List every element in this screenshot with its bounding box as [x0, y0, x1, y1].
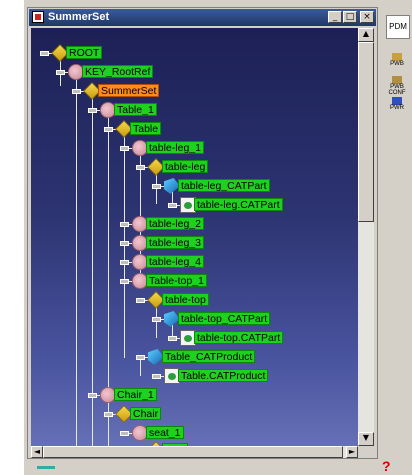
collapse-toggle[interactable]: [88, 108, 97, 113]
pwb-conf-icon-glyph: [392, 76, 402, 84]
close-button[interactable]: ×: [360, 11, 374, 23]
tree-node-label[interactable]: ROOT: [66, 46, 103, 59]
tree-node-label[interactable]: table-leg_4: [146, 255, 204, 268]
tree-node-label[interactable]: table-top_CATPart: [178, 312, 271, 325]
title-bar[interactable]: SummerSet _ □ ×: [29, 9, 376, 26]
scroll-right-button[interactable]: ►: [346, 446, 358, 458]
summerset-window: SummerSet _ □ × ROOT KEY_RootRef SummerSet…: [27, 7, 378, 459]
tree-node-label[interactable]: Table_CATProduct: [162, 350, 256, 363]
tree-node-label[interactable]: table-leg.CATPart: [194, 198, 283, 211]
collapse-toggle[interactable]: [136, 298, 145, 303]
tree-node-label[interactable]: SummerSet: [98, 84, 160, 97]
vertical-scroll-thumb[interactable]: [358, 42, 374, 222]
pwb-conf-icon-label: PWB CONF: [388, 84, 406, 96]
scroll-down-button[interactable]: ▼: [358, 432, 374, 446]
collapse-toggle[interactable]: [168, 336, 177, 341]
tree-connector-vertical: [140, 358, 141, 376]
collapse-toggle[interactable]: [152, 374, 161, 379]
collapse-toggle[interactable]: [152, 184, 161, 189]
tree-node-label[interactable]: table-leg_1: [146, 141, 204, 154]
collapse-toggle[interactable]: [88, 393, 97, 398]
collapse-toggle[interactable]: [136, 165, 145, 170]
tree-node-label[interactable]: Table-top_1: [146, 274, 207, 287]
collapse-toggle[interactable]: [120, 222, 129, 227]
collapse-toggle[interactable]: [120, 260, 129, 265]
tree-node-label[interactable]: Table_1: [114, 103, 157, 116]
collapse-toggle[interactable]: [168, 203, 177, 208]
left-strip: [0, 0, 24, 475]
collapse-toggle[interactable]: [136, 355, 145, 360]
tree-node-label[interactable]: table-top.CATPart: [194, 331, 284, 344]
collapse-toggle[interactable]: [40, 51, 49, 56]
window-app-icon[interactable]: [32, 11, 44, 23]
horizontal-scrollbar[interactable]: ◄ ►: [31, 446, 358, 458]
pwr-icon[interactable]: PWR: [386, 97, 408, 113]
pwb-icon[interactable]: PWB: [386, 53, 408, 69]
pwr-icon-label: PWR: [390, 105, 404, 111]
minimize-button[interactable]: _: [328, 11, 342, 23]
maximize-button[interactable]: □: [343, 11, 357, 23]
pwr-icon-glyph: [392, 97, 402, 105]
scroll-up-button[interactable]: ▲: [358, 28, 374, 42]
collapse-toggle[interactable]: [72, 89, 81, 94]
window-title: SummerSet: [48, 11, 110, 23]
collapse-toggle[interactable]: [120, 431, 129, 436]
vertical-scrollbar[interactable]: ▲ ▼: [358, 28, 374, 446]
collapse-toggle[interactable]: [120, 146, 129, 151]
pwb-icon-label: PWB: [390, 61, 404, 67]
collapse-toggle[interactable]: [56, 70, 65, 75]
tree-node-label[interactable]: Table: [130, 122, 162, 135]
scroll-left-button[interactable]: ◄: [31, 446, 43, 458]
tree-node-label[interactable]: Table.CATProduct: [178, 369, 269, 382]
tree-node-label[interactable]: Chair: [130, 407, 162, 420]
collapse-toggle[interactable]: [120, 241, 129, 246]
tree-node-label[interactable]: Chair_1: [114, 388, 157, 401]
pwb-conf-icon[interactable]: PWB CONF: [386, 76, 408, 96]
specification-tree-canvas[interactable]: ROOT KEY_RootRef SummerSet Table_1 Table tabl…: [31, 28, 358, 446]
tree-node-label[interactable]: table-top: [162, 293, 209, 306]
collapse-toggle[interactable]: [104, 412, 113, 417]
tree-node-label[interactable]: table-leg_CATPart: [178, 179, 270, 192]
pdm-button[interactable]: PDM: [386, 15, 410, 39]
collapse-toggle[interactable]: [104, 127, 113, 132]
pwb-icon-glyph: [392, 53, 402, 61]
bottom-bar: [27, 459, 378, 475]
bottom-tab-indicator: [37, 466, 55, 469]
collapse-toggle[interactable]: [152, 317, 161, 322]
tree-node-label[interactable]: table-leg_2: [146, 217, 204, 230]
collapse-toggle[interactable]: [120, 279, 129, 284]
tree-node-label[interactable]: table-leg: [162, 160, 209, 173]
red-mark-icon: ?: [382, 458, 391, 474]
horizontal-scroll-thumb[interactable]: [43, 446, 343, 458]
tree-node-label[interactable]: seat_1: [146, 426, 184, 439]
tree-node-label[interactable]: table-leg_3: [146, 236, 204, 249]
tree-connector-vertical: [76, 72, 77, 446]
tree-node-label[interactable]: KEY_RootRef: [82, 65, 154, 78]
